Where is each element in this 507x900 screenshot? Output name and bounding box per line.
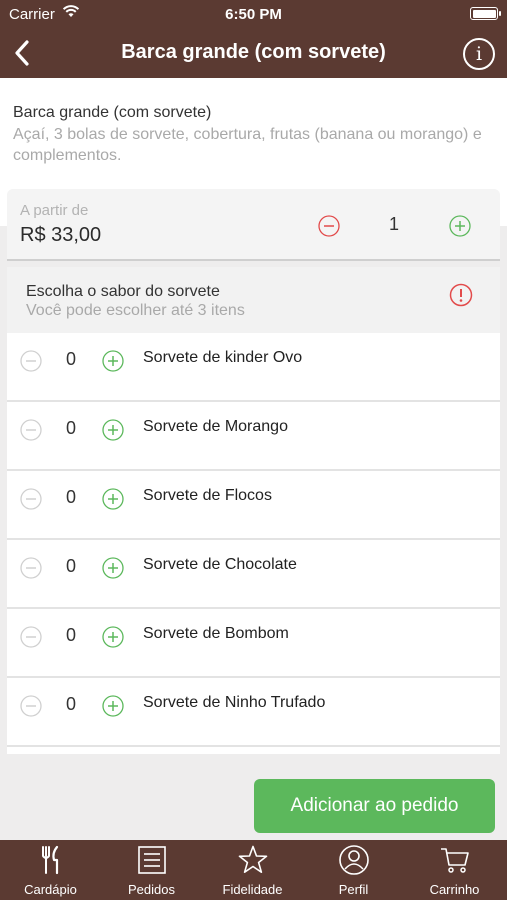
option-increase-button[interactable] xyxy=(102,350,124,372)
list-item: 0 Sorvete de kinder Ovo xyxy=(7,333,500,402)
user-icon xyxy=(339,845,369,875)
option-name: Sorvete de Ninho Trufado xyxy=(143,694,326,711)
plus-circle-icon[interactable] xyxy=(449,215,471,237)
minus-circle-icon[interactable] xyxy=(20,488,42,510)
option-increase-button[interactable] xyxy=(102,695,124,717)
list-item: 0 Sorvete de Flocos xyxy=(7,471,500,540)
battery-icon xyxy=(470,7,501,20)
page-title: Barca grande (com sorvete) xyxy=(121,41,386,63)
option-decrease-button[interactable] xyxy=(20,488,42,510)
price-quantity-box: A partir de R$ 33,00 1 xyxy=(7,189,500,261)
list-item: 0 Sorvete de Bombom xyxy=(7,609,500,678)
option-name: Sorvete de Morango xyxy=(143,418,288,435)
option-increase-button[interactable] xyxy=(102,626,124,648)
tab-perfil[interactable]: Perfil xyxy=(303,840,404,900)
plus-circle-icon[interactable] xyxy=(102,488,124,510)
list-item: 0 Sorvete de Morango xyxy=(7,402,500,471)
option-name: Sorvete de Chocolate xyxy=(143,556,297,573)
flavor-section-header: Escolha o sabor do sorvete Você pode esc… xyxy=(7,267,500,333)
tab-label: Perfil xyxy=(338,882,369,897)
option-increase-button[interactable] xyxy=(102,419,124,441)
plus-circle-icon[interactable] xyxy=(102,557,124,579)
tab-cardapio[interactable]: Cardápio xyxy=(0,840,101,900)
option-name: Sorvete de Bombom xyxy=(143,625,289,642)
plus-circle-icon[interactable] xyxy=(102,350,124,372)
option-count: 0 xyxy=(65,556,76,576)
plus-circle-icon[interactable] xyxy=(102,419,124,441)
star-icon xyxy=(238,845,268,873)
list-icon xyxy=(138,846,166,874)
back-chevron-icon[interactable] xyxy=(10,38,36,68)
add-to-order-button[interactable]: Adicionar ao pedido xyxy=(254,779,495,833)
status-time: 6:50 PM xyxy=(225,6,282,23)
option-decrease-button[interactable] xyxy=(20,350,42,372)
option-decrease-button[interactable] xyxy=(20,419,42,441)
product-info: Barca grande (com sorvete) Açaí, 3 bolas… xyxy=(13,104,493,166)
option-decrease-button[interactable] xyxy=(20,626,42,648)
alert-icon xyxy=(449,283,473,307)
tab-fidelidade[interactable]: Fidelidade xyxy=(202,840,303,900)
tab-label: Cardápio xyxy=(24,882,77,897)
quantity-value: 1 xyxy=(388,214,399,234)
price-value: R$ 33,00 xyxy=(20,224,102,246)
option-count: 0 xyxy=(65,694,76,714)
option-decrease-button[interactable] xyxy=(20,695,42,717)
tab-label: Carrinho xyxy=(429,882,480,897)
price-from-label: A partir de xyxy=(20,202,89,219)
minus-circle-icon[interactable] xyxy=(20,695,42,717)
section-title: Escolha o sabor do sorvete xyxy=(26,283,220,300)
list-item: 0 Sorvete de Chocolate xyxy=(7,540,500,609)
minus-circle-icon[interactable] xyxy=(20,626,42,648)
fork-knife-icon xyxy=(42,845,59,875)
section-subtitle: Você pode escolher até 3 itens xyxy=(26,302,245,319)
minus-circle-icon[interactable] xyxy=(20,557,42,579)
option-name: Sorvete de kinder Ovo xyxy=(143,349,303,366)
quantity-decrease-button[interactable] xyxy=(318,215,340,237)
info-icon[interactable]: i xyxy=(463,38,495,70)
tab-bar: Cardápio Pedidos Fidelidade Perfil Carri… xyxy=(0,840,507,900)
cart-icon xyxy=(441,848,469,873)
tab-carrinho[interactable]: Carrinho xyxy=(404,840,505,900)
minus-circle-icon[interactable] xyxy=(318,215,340,237)
option-count: 0 xyxy=(65,625,76,645)
tab-label: Fidelidade xyxy=(222,882,283,897)
nav-bar: Barca grande (com sorvete) i xyxy=(0,28,507,78)
plus-circle-icon[interactable] xyxy=(102,626,124,648)
tab-pedidos[interactable]: Pedidos xyxy=(101,840,202,900)
option-count: 0 xyxy=(65,487,76,507)
option-name: Sorvete de Flocos xyxy=(143,487,272,504)
list-item: 0 Sorvete de Ninho Trufado xyxy=(7,678,500,747)
plus-circle-icon[interactable] xyxy=(102,695,124,717)
tab-label: Pedidos xyxy=(128,882,175,897)
status-bar: Carrier 6:50 PM xyxy=(0,0,507,28)
product-name: Barca grande (com sorvete) xyxy=(13,104,212,121)
option-decrease-button[interactable] xyxy=(20,557,42,579)
product-description: Açaí, 3 bolas de sorvete, cobertura, fru… xyxy=(13,126,482,164)
option-count: 0 xyxy=(65,418,76,438)
minus-circle-icon[interactable] xyxy=(20,350,42,372)
option-increase-button[interactable] xyxy=(102,488,124,510)
flavor-options-list: 0 Sorvete de kinder Ovo 0 Sorvete de Mor… xyxy=(7,333,500,754)
quantity-increase-button[interactable] xyxy=(449,215,471,237)
option-count: 0 xyxy=(65,349,76,369)
option-increase-button[interactable] xyxy=(102,557,124,579)
minus-circle-icon[interactable] xyxy=(20,419,42,441)
